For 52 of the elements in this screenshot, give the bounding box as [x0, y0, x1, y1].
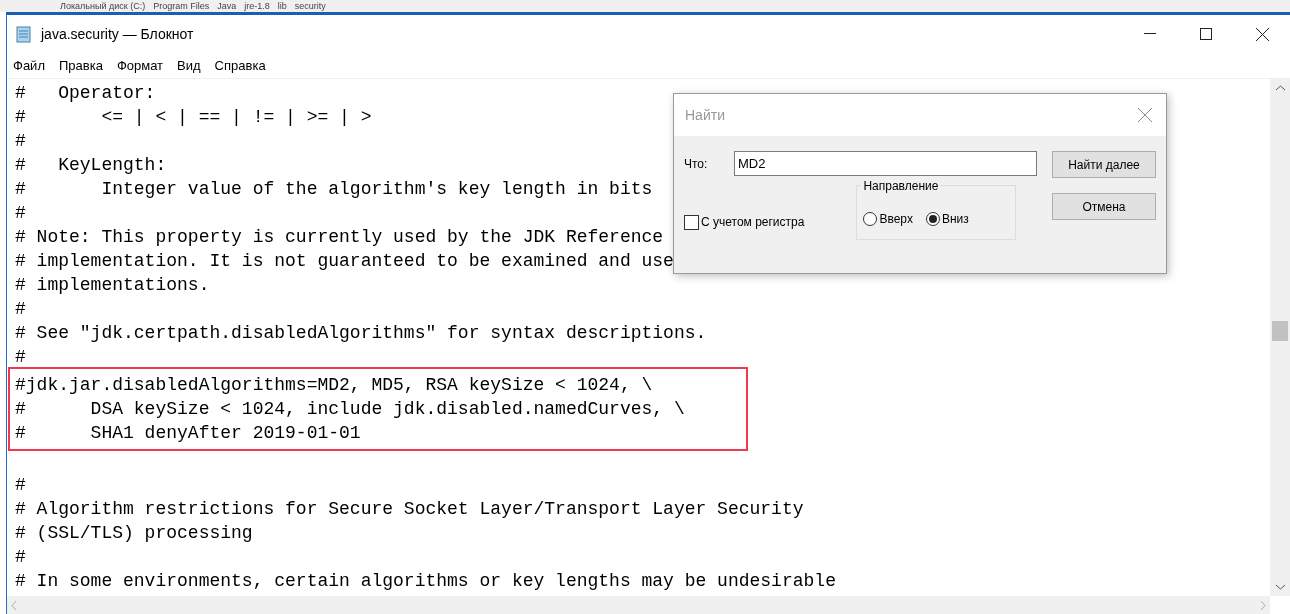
code-line: # implementations. [15, 275, 210, 295]
vertical-scrollbar[interactable] [1270, 79, 1290, 596]
code-line: # implementation. It is not guaranteed to be examined and use [15, 251, 674, 271]
breadcrumb-item[interactable]: Java [217, 1, 237, 11]
breadcrumb-item[interactable]: Локальный диск (C:) [60, 1, 146, 11]
scroll-left-icon[interactable] [11, 600, 17, 610]
breadcrumb-item[interactable]: lib [277, 1, 287, 11]
code-line: # [15, 547, 26, 567]
close-icon [1255, 27, 1269, 41]
code-line: # <= | < | == | != | >= | > [15, 107, 372, 127]
code-line: # [15, 299, 26, 319]
field-label: Что: [684, 155, 709, 173]
horizontal-scrollbar[interactable] [7, 596, 1270, 614]
scroll-down-icon[interactable] [1275, 584, 1285, 590]
code-line: # See "jdk.certpath.disabledAlgorithms" for syntax descriptions. [15, 323, 707, 343]
search-field[interactable]: MD2 [734, 151, 1037, 176]
code-line: # [15, 131, 26, 151]
code-line: # SHA1 denyAfter 2019-01-01 [15, 423, 361, 443]
match-case-checkbox[interactable]: С учетом регистра [684, 213, 805, 231]
code-line: # Integer value of the algorithm's key length in bits [15, 179, 653, 199]
direction-radio[interactable]: Вниз [925, 209, 969, 228]
code-line: # (SSL/TLS) processing [15, 523, 253, 543]
menu-item[interactable]: Вид [177, 55, 201, 76]
notepad-icon [15, 25, 33, 43]
code-line: # DSA keySize < 1024, include jdk.disabled.namedCurves, \ [15, 399, 685, 419]
code-line: # In some environments, certain algorithms or key lengths may be undesirable [15, 571, 836, 591]
code-line: # Algorithm restrictions for Secure Socket Layer/Transport Layer Security [15, 499, 804, 519]
window-title: java.security — Блокнот [41, 24, 194, 44]
dialog-title: Найти [685, 105, 725, 125]
code-line: # Operator: [15, 83, 156, 103]
code-line: #jdk.jar.disabledAlgorithms=MD2, MD5, RSA keySize < 1024, \ [15, 375, 653, 395]
scrollbar-thumb[interactable] [1272, 321, 1288, 341]
menu-item[interactable]: Файл [13, 55, 45, 76]
code-line: # [15, 475, 26, 495]
find-next-button[interactable]: Найти далее [1052, 151, 1156, 178]
menu-item[interactable]: Справка [214, 55, 266, 76]
code-line: # KeyLength: [15, 155, 167, 175]
breadcrumb-item[interactable]: jre-1.8 [244, 1, 270, 11]
cancel-button[interactable]: Отмена [1052, 193, 1156, 220]
code-line: # [15, 347, 26, 367]
code-line: # [15, 203, 26, 223]
breadcrumb-item[interactable]: security [294, 1, 326, 11]
direction-radio[interactable]: Вверх [863, 209, 913, 228]
menu-item[interactable]: Правка [58, 55, 103, 76]
maximize-icon [1200, 28, 1212, 40]
minimize-icon [1144, 33, 1156, 35]
scroll-up-icon[interactable] [1275, 85, 1285, 91]
breadcrumb-item[interactable]: Program Files [153, 1, 210, 11]
code-line: # Note: This property is currently used by the JDK Reference [15, 227, 664, 247]
menu-item[interactable]: Формат [116, 55, 164, 76]
close-icon[interactable] [1138, 108, 1152, 122]
scroll-right-icon[interactable] [1260, 600, 1266, 610]
